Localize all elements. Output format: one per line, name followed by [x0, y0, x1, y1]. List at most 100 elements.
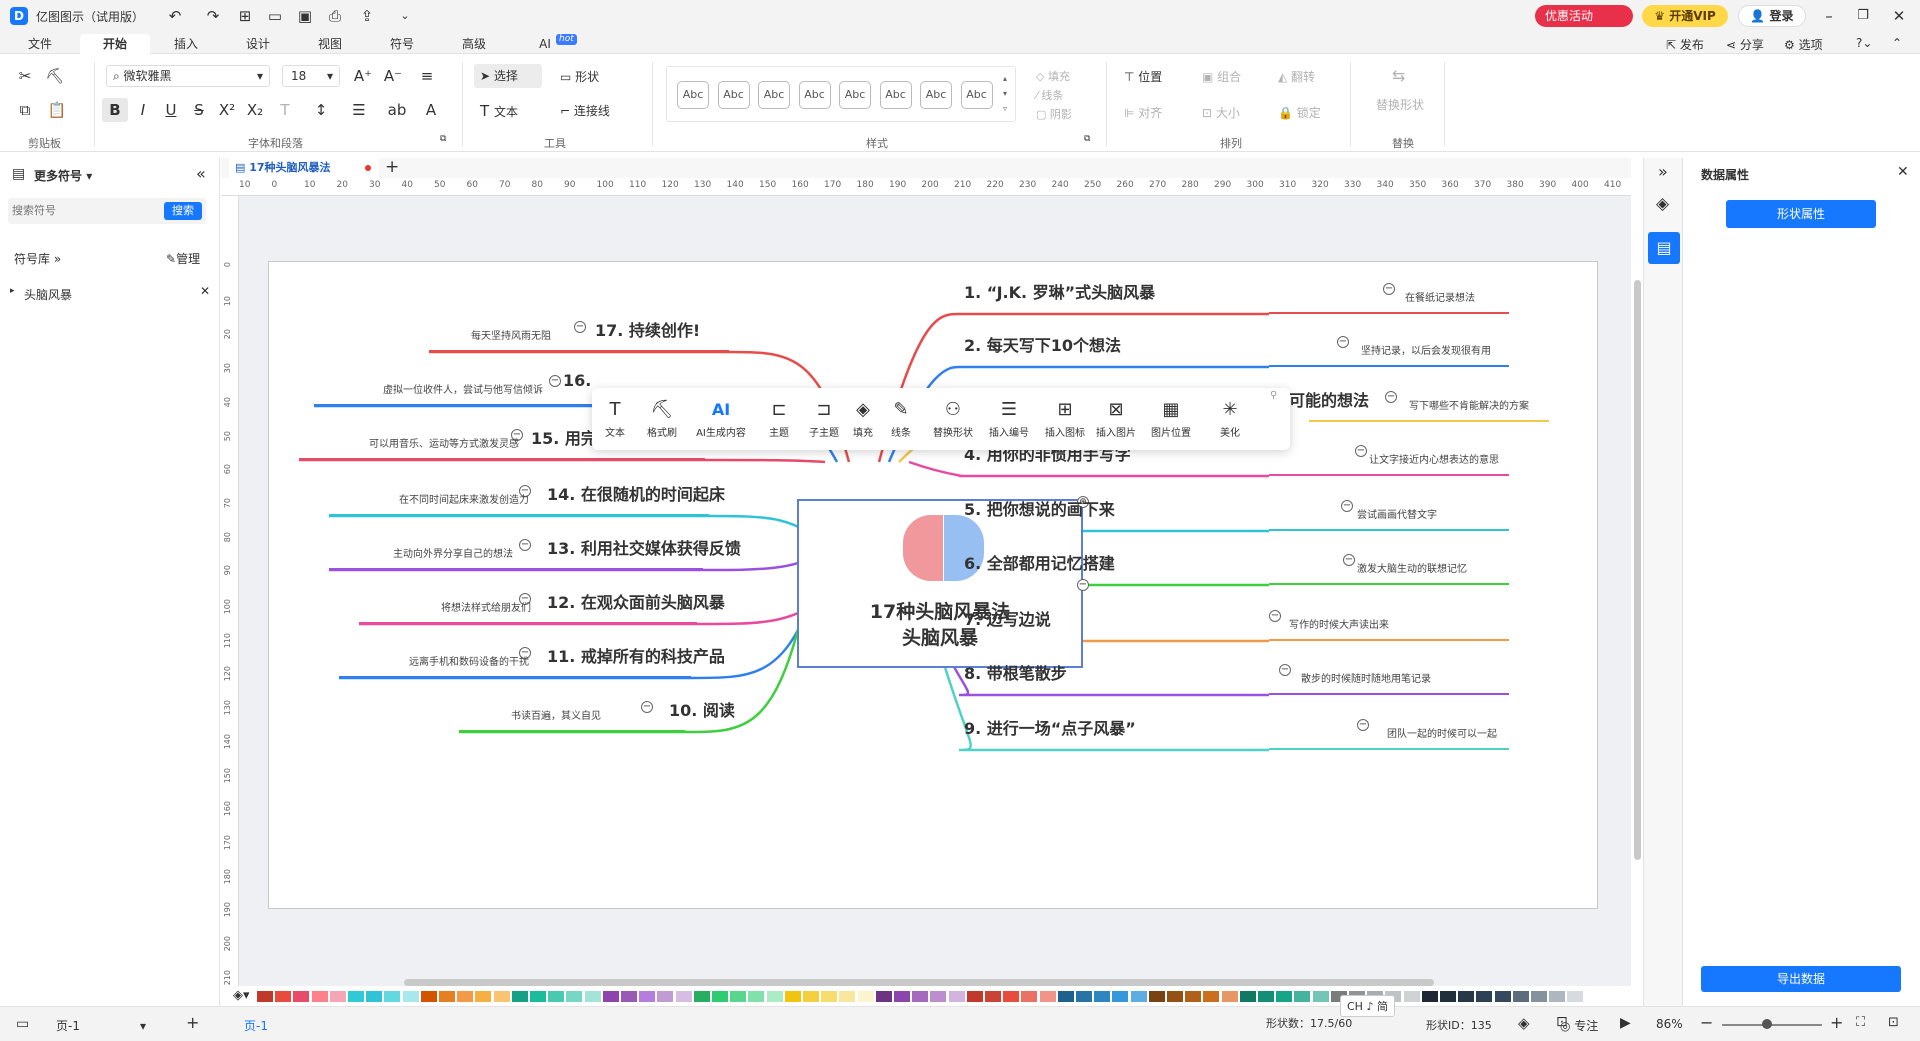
topic-note[interactable]: 远离手机和数码设备的干扰 [409, 653, 529, 668]
color-swatch[interactable] [1549, 991, 1566, 1002]
topic-note[interactable]: 虚拟一位收件人，尝试与他写信倾诉 [383, 381, 543, 396]
color-swatch[interactable] [493, 991, 510, 1002]
color-swatch[interactable] [566, 991, 583, 1002]
fill-style-icon[interactable]: ◈ [1656, 194, 1669, 214]
zoom-in-icon[interactable]: + [1830, 1013, 1843, 1032]
collapse-topic-icon[interactable]: − [1385, 391, 1397, 403]
color-swatch[interactable] [311, 991, 328, 1002]
color-swatch[interactable] [329, 991, 346, 1002]
topic-right[interactable]: 9. 进行一场“点子风暴” [964, 715, 1136, 739]
topic-note[interactable]: 可以用音乐、运动等方式激发灵感 [369, 435, 519, 450]
color-swatch[interactable] [1130, 991, 1147, 1002]
color-swatch[interactable] [857, 991, 874, 1002]
paste-icon[interactable]: 📋 [44, 98, 70, 122]
topic-right[interactable]: 8. 带根笔散步 [964, 660, 1067, 684]
color-swatch[interactable] [766, 991, 783, 1002]
data-properties-icon[interactable]: ▤ [1648, 232, 1680, 264]
floating-tool-number-list[interactable]: ☰ 插入编号 [984, 396, 1034, 439]
collapse-topic-icon[interactable]: − [1337, 336, 1349, 348]
text-button[interactable]: T 文本 [480, 102, 518, 120]
color-swatch[interactable] [639, 991, 656, 1002]
color-swatch[interactable] [657, 991, 674, 1002]
flip-button[interactable]: ◭ 翻转 [1278, 68, 1315, 85]
floating-tool-text[interactable]: T 文本 [600, 396, 630, 439]
save-icon[interactable]: ▣ [292, 4, 318, 28]
color-swatch[interactable] [1476, 991, 1493, 1002]
collapse-handle[interactable]: − [1077, 579, 1089, 591]
collapse-topic-icon[interactable]: − [1357, 719, 1369, 731]
color-swatch[interactable] [1258, 991, 1274, 1002]
color-swatch[interactable] [1531, 991, 1547, 1002]
group-button[interactable]: ▣ 组合 [1202, 68, 1241, 85]
page-tab[interactable]: 页-1 [244, 1017, 268, 1034]
replace-shape-button[interactable]: 替换形状 [1376, 96, 1424, 113]
color-swatch[interactable] [621, 991, 637, 1002]
document-tab[interactable]: ▤ 17种头脑风暴法 [229, 158, 379, 178]
redo-icon[interactable]: ↷ [200, 4, 226, 28]
color-swatch[interactable] [1021, 991, 1038, 1002]
topic-left[interactable]: 11. 戒掉所有的科技产品 [547, 643, 725, 667]
add-page-icon[interactable]: + [186, 1013, 199, 1032]
floating-tool-replace-shape[interactable]: ⚇ 替换形状 [930, 396, 976, 439]
topic-right[interactable]: 6. 全部都用记忆搭建 [964, 550, 1115, 574]
superscript-icon[interactable]: X² [214, 98, 240, 122]
color-swatch[interactable] [475, 991, 492, 1002]
color-swatch[interactable] [511, 991, 528, 1002]
page-selector[interactable]: 页-1 ▾ [56, 1017, 146, 1034]
color-swatch[interactable] [1421, 991, 1438, 1002]
dialog-launcher-icon[interactable]: ⧉ [440, 134, 446, 144]
align-icon[interactable]: ≡ [414, 64, 440, 88]
close-window-icon[interactable]: ✕ [1886, 4, 1912, 28]
help-icon[interactable]: ?⌄ [1856, 36, 1872, 50]
collapse-ribbon-icon[interactable]: ⌃ [1892, 36, 1902, 50]
focus-button[interactable]: ◎ 专注 [1560, 1017, 1598, 1034]
collapse-topic-icon[interactable]: − [549, 375, 561, 387]
collapse-topic-icon[interactable]: − [1269, 610, 1281, 622]
collapse-topic-icon[interactable]: − [574, 321, 586, 333]
close-library-icon[interactable]: ✕ [200, 284, 210, 298]
select-button[interactable]: ➤ 选择 [474, 64, 542, 88]
color-swatch[interactable] [439, 991, 455, 1002]
size-button[interactable]: ⊡ 大小 [1202, 104, 1240, 121]
options-button[interactable]: ⚙ 选项 [1784, 36, 1823, 53]
topic-note[interactable]: 书读百遍，其义自见 [511, 707, 601, 722]
color-swatch[interactable] [912, 991, 929, 1002]
color-swatch[interactable] [784, 991, 801, 1002]
floating-tool-line[interactable]: ✎ 线条 [886, 396, 916, 439]
style-swatch[interactable]: Abc [717, 81, 750, 109]
style-swatch[interactable]: Abc [758, 81, 790, 109]
color-swatch[interactable] [1003, 991, 1020, 1002]
topic-left[interactable]: 13. 利用社交媒体获得反馈 [547, 535, 741, 559]
topic-note[interactable]: 在不同时间起床来激发创造力 [399, 491, 529, 506]
topic-left[interactable]: 17. 持续创作! [595, 317, 700, 341]
color-swatch[interactable] [1276, 991, 1293, 1002]
topic-note[interactable]: 激发大脑生动的联想记忆 [1357, 560, 1467, 575]
underline-icon[interactable]: U [158, 98, 184, 122]
tab-view[interactable]: 视图 [310, 34, 350, 54]
tab-home[interactable]: 开始 [80, 34, 150, 54]
color-swatch[interactable] [693, 991, 710, 1002]
share-button[interactable]: ⋖ 分享 [1726, 36, 1764, 53]
manage-button[interactable]: ✎管理 [166, 250, 200, 267]
tab-symbol[interactable]: 符号 [382, 34, 422, 54]
color-swatch[interactable] [530, 991, 546, 1002]
new-tab-icon[interactable]: + [385, 157, 399, 177]
topic-note[interactable]: 将想法样式给朋友们 [441, 599, 531, 614]
color-swatch[interactable] [821, 991, 838, 1002]
strikethrough-icon[interactable]: S [186, 98, 212, 122]
collapse-topic-icon[interactable]: − [1343, 554, 1355, 566]
color-swatch[interactable] [1567, 991, 1584, 1002]
color-swatch[interactable] [1185, 991, 1202, 1002]
symbol-library-dropdown[interactable]: 符号库 » [14, 250, 61, 267]
floating-tool-ai[interactable]: AI AI生成内容 [688, 396, 754, 439]
topic-note[interactable]: 散步的时候随时随地用笔记录 [1301, 670, 1431, 685]
close-panel-icon[interactable]: ✕ [1897, 164, 1909, 180]
login-button[interactable]: 👤 登录 [1738, 5, 1806, 27]
color-swatch[interactable] [1057, 991, 1074, 1002]
color-swatch[interactable] [584, 991, 601, 1002]
copy-icon[interactable]: ⧉ [12, 98, 38, 122]
color-swatch[interactable] [384, 991, 401, 1002]
topic-note[interactable]: 写下哪些不肯能解决的方案 [1409, 397, 1529, 412]
customize-toolbar-icon[interactable]: ⌄ [392, 4, 418, 28]
floating-tool-insert-icon[interactable]: ⊞ 插入图标 [1040, 396, 1090, 439]
